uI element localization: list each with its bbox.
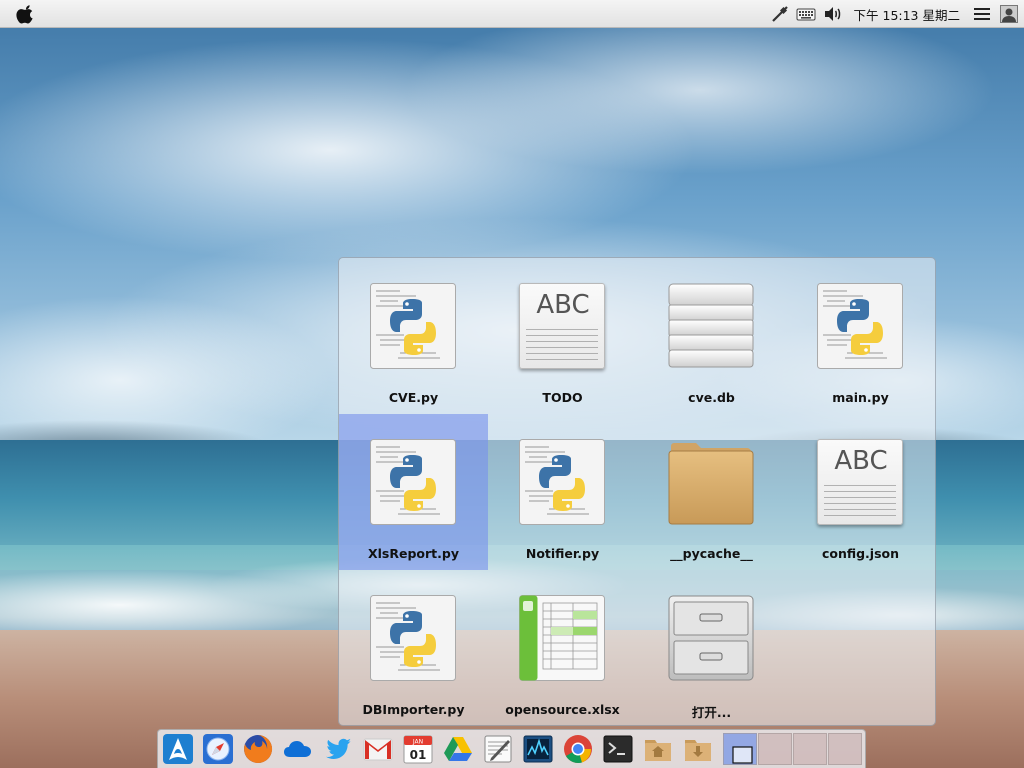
clock-text: 下午 15:13 星期二 — [853, 7, 960, 23]
network-icon — [771, 6, 788, 22]
keyboard-tray[interactable] — [792, 0, 820, 28]
folder-stack-popup: CVE.py ABC TODO cve.db main.py XlsReport… — [338, 257, 936, 726]
system-monitor-icon[interactable] — [522, 733, 554, 765]
dock: JAN 01 — [157, 729, 866, 768]
terminal-icon[interactable] — [602, 733, 634, 765]
calendar-day: 01 — [410, 748, 427, 762]
home-folder-icon[interactable] — [642, 733, 674, 765]
firefox-icon[interactable] — [242, 733, 274, 765]
google-drive-icon[interactable] — [442, 733, 474, 765]
text-file-icon: ABC — [519, 283, 605, 369]
abc-text: ABC — [536, 290, 590, 320]
hamburger-menu-icon — [974, 8, 990, 20]
file-label: DBImporter.py — [362, 702, 465, 717]
file-item-xlsreport-py[interactable]: XlsReport.py — [339, 414, 488, 570]
arch-icon[interactable] — [162, 733, 194, 765]
workspace-4[interactable] — [828, 733, 862, 765]
spreadsheet-file-icon — [519, 595, 605, 681]
clock[interactable]: 下午 15:13 星期二 — [846, 0, 970, 28]
safari-icon[interactable] — [202, 733, 234, 765]
user-icon — [1000, 5, 1018, 23]
calendar-month: JAN — [412, 739, 423, 746]
workspace-1[interactable] — [723, 733, 757, 765]
keyboard-icon — [796, 8, 816, 21]
text-editor-icon[interactable] — [482, 733, 514, 765]
file-label: 打开... — [691, 705, 732, 720]
python-file-icon — [370, 595, 456, 681]
gmail-icon[interactable] — [362, 733, 394, 765]
file-label: __pycache__ — [670, 546, 753, 561]
python-file-icon — [370, 283, 456, 369]
paper: ABC — [519, 283, 605, 369]
text-lines — [824, 482, 896, 516]
workspace-3[interactable] — [793, 733, 827, 765]
file-item-config-json[interactable]: ABC config.json — [786, 414, 935, 570]
apple-menu-icon[interactable] — [16, 4, 36, 24]
window-preview-icon — [732, 746, 753, 764]
paper: ABC — [817, 439, 903, 525]
file-label: CVE.py — [388, 390, 439, 405]
menu-tray[interactable] — [970, 0, 994, 28]
downloads-folder-icon[interactable] — [682, 733, 714, 765]
file-cabinet-icon — [668, 595, 754, 681]
network-tray[interactable] — [768, 0, 792, 28]
calendar-icon[interactable]: JAN 01 — [402, 733, 434, 765]
file-item-notifier-py[interactable]: Notifier.py — [488, 414, 637, 570]
twitter-icon[interactable] — [322, 733, 354, 765]
file-item-cve-py[interactable]: CVE.py — [339, 258, 488, 414]
top-panel: 下午 15:13 星期二 — [0, 0, 1024, 28]
python-file-icon — [519, 439, 605, 525]
file-item-cve-db[interactable]: cve.db — [637, 258, 786, 414]
chrome-icon[interactable] — [562, 733, 594, 765]
file-item-main-py[interactable]: main.py — [786, 258, 935, 414]
database-icon — [668, 283, 754, 368]
folder-icon — [668, 443, 754, 525]
volume-tray[interactable] — [820, 0, 846, 28]
file-item-open[interactable]: 打开... — [637, 570, 786, 726]
file-item-pycache[interactable]: __pycache__ — [637, 414, 786, 570]
file-label: cve.db — [688, 390, 735, 405]
file-item-todo[interactable]: ABC TODO — [488, 258, 637, 414]
system-tray: 下午 15:13 星期二 — [768, 0, 1024, 28]
text-lines — [526, 326, 598, 360]
python-file-icon — [370, 439, 456, 525]
python-file-icon — [817, 283, 903, 369]
file-item-dbimporter-py[interactable]: DBImporter.py — [339, 570, 488, 726]
file-label: main.py — [832, 390, 889, 405]
workspace-2[interactable] — [758, 733, 792, 765]
file-label: XlsReport.py — [368, 546, 459, 561]
file-item-opensource-xlsx[interactable]: opensource.xlsx — [488, 570, 637, 726]
file-label: TODO — [542, 390, 583, 405]
onedrive-icon[interactable] — [282, 733, 314, 765]
user-tray[interactable] — [994, 0, 1024, 28]
abc-text: ABC — [834, 446, 888, 476]
volume-icon — [824, 7, 840, 21]
file-label: Notifier.py — [525, 546, 600, 561]
text-file-icon: ABC — [817, 439, 903, 525]
file-label: opensource.xlsx — [505, 702, 620, 717]
file-label: config.json — [821, 546, 900, 561]
